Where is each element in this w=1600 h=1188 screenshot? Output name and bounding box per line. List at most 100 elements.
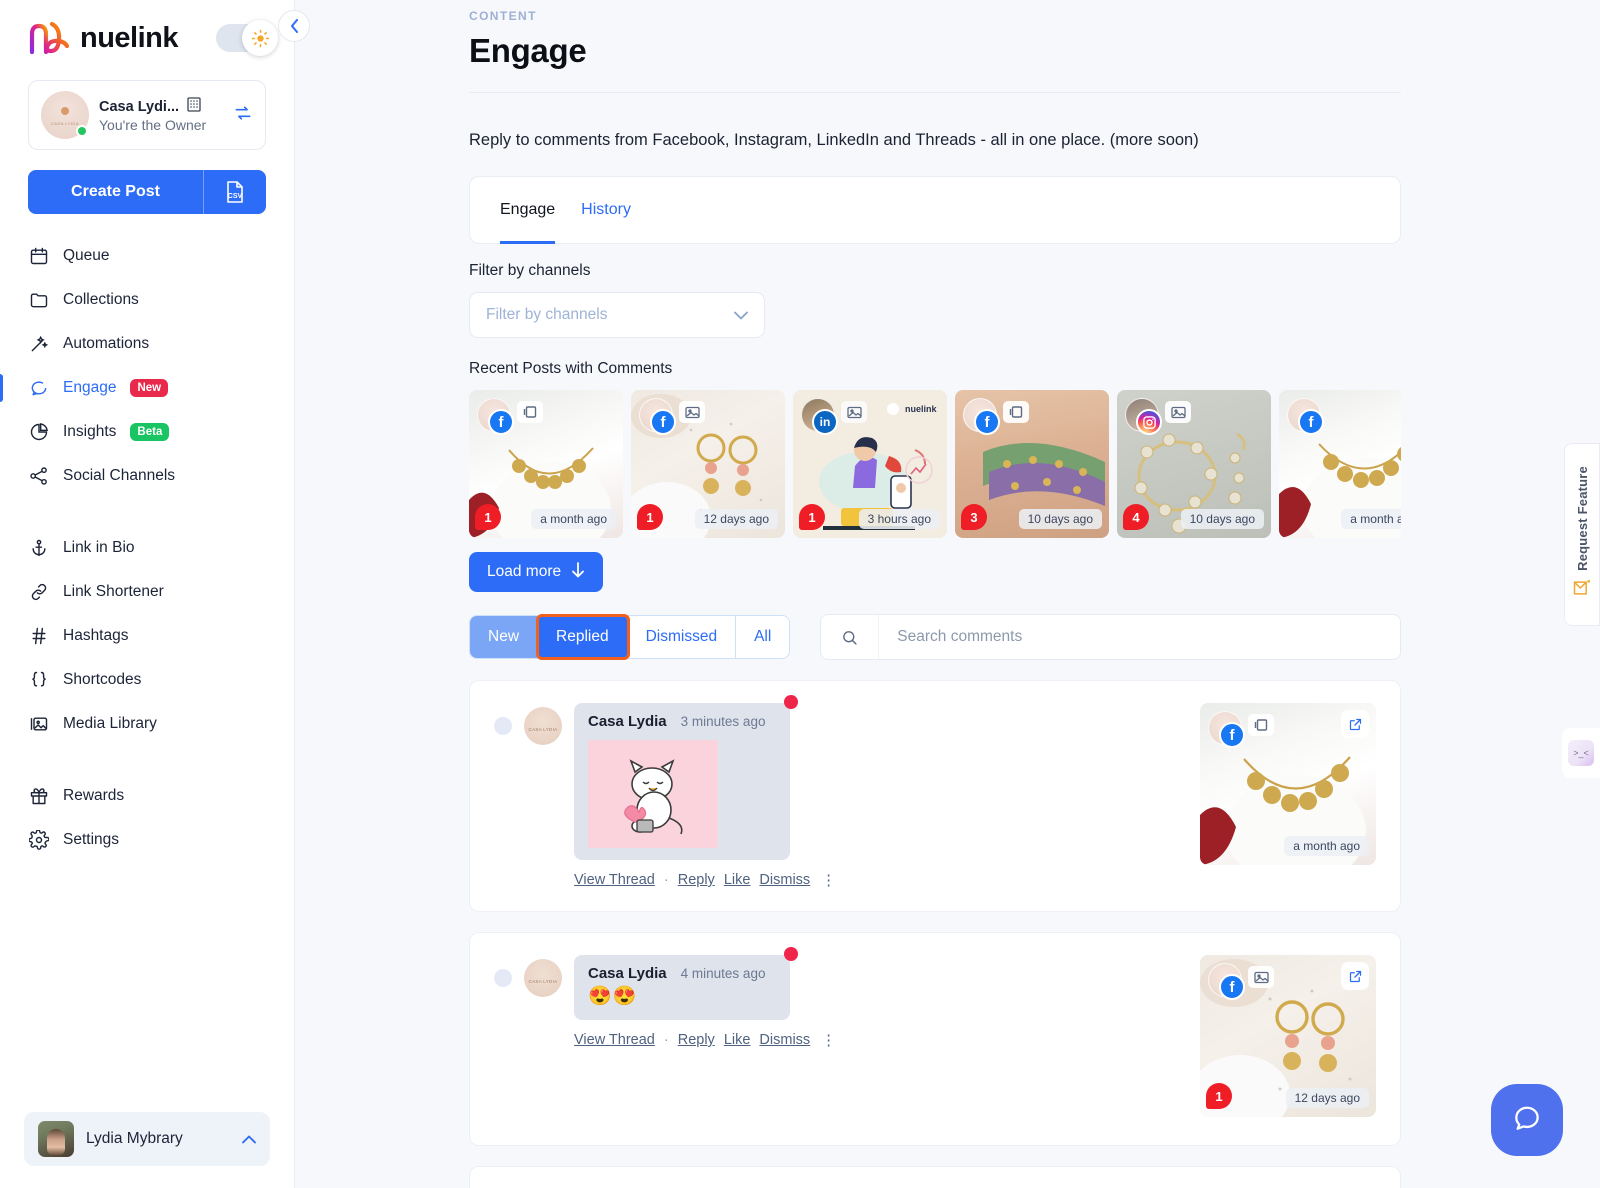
sidebar-item-insights[interactable]: Insights Beta [0, 410, 294, 454]
sidebar-item-social-channels[interactable]: Social Channels [0, 454, 294, 498]
dismiss-link[interactable]: Dismiss [759, 1032, 810, 1048]
user-name: Lydia Mybrary [86, 1130, 183, 1147]
sidebar-item-label: Media Library [63, 715, 157, 732]
action-separator: · [663, 1032, 669, 1048]
user-profile-card[interactable]: Lydia Mybrary [24, 1112, 270, 1166]
csv-file-icon[interactable]: CSV [204, 180, 266, 204]
recent-post-thumb[interactable]: f a month ago [1279, 390, 1401, 538]
like-link[interactable]: Like [724, 1032, 751, 1048]
like-link[interactable]: Like [724, 872, 751, 888]
tabs-card: Engage History [469, 176, 1401, 244]
arrow-down-icon [571, 561, 585, 583]
theme-toggle[interactable] [216, 20, 278, 56]
sidebar-item-queue[interactable]: Queue [0, 234, 294, 278]
comment-card: CASA LYDIA Casa Lydia 4 minutes ago 😍😍 V… [469, 932, 1401, 1146]
gift-icon [28, 786, 49, 807]
filter-dismissed-button[interactable]: Dismissed [627, 616, 737, 658]
comment-card [469, 1166, 1401, 1188]
avatar [38, 1121, 74, 1157]
page-description: Reply to comments from Facebook, Instagr… [469, 131, 1199, 149]
recent-post-thumb[interactable]: f 1 12 days ago [631, 390, 785, 538]
view-thread-link[interactable]: View Thread [574, 872, 655, 888]
avatar: CASA LYDIA [524, 707, 562, 745]
share-nodes-icon [28, 466, 49, 487]
channel-filter-select[interactable]: Filter by channels [469, 292, 765, 338]
load-more-button[interactable]: Load more [469, 552, 604, 592]
account-switcher[interactable]: CASA LYDIA Casa Lydi... You're the Owner [28, 80, 266, 150]
anchor-icon [28, 538, 49, 559]
comment-actions: View Thread · Reply Like Dismiss ⋮ [574, 1031, 836, 1049]
more-vertical-icon[interactable]: ⋮ [821, 871, 836, 889]
dismiss-link[interactable]: Dismiss [759, 872, 810, 888]
facebook-icon: f [650, 409, 676, 435]
image-icon [1165, 401, 1191, 423]
media-library-icon [28, 714, 49, 735]
filter-label: Filter by channels [469, 262, 591, 279]
post-time: 12 days ago [1285, 1088, 1369, 1108]
facebook-icon: f [1298, 409, 1324, 435]
sidebar-item-engage[interactable]: Engage New [0, 366, 294, 410]
recent-post-thumb[interactable]: 4 10 days ago [1117, 390, 1271, 538]
filter-all-button[interactable]: All [736, 616, 790, 658]
instagram-icon [1136, 409, 1162, 435]
comments-filter-row: New Replied Dismissed All [469, 614, 1401, 660]
tab-history[interactable]: History [581, 176, 631, 244]
sidebar-item-hashtags[interactable]: Hashtags [0, 614, 294, 658]
channel-filter-value: Filter by channels [486, 306, 608, 323]
sidebar-item-label: Shortcodes [63, 671, 142, 688]
facebook-icon: f [488, 409, 514, 435]
comment-count-badge: 1 [637, 504, 663, 530]
carousel-icon [1003, 401, 1029, 423]
sidebar-item-automations[interactable]: Automations [0, 322, 294, 366]
sidebar-item-label: Collections [63, 291, 139, 308]
open-external-icon[interactable] [1341, 710, 1369, 738]
sidebar-item-link-shortener[interactable]: Link Shortener [0, 570, 294, 614]
unread-dot [784, 695, 798, 709]
comment-actions: View Thread · Reply Like Dismiss ⋮ [574, 871, 836, 889]
tab-engage[interactable]: Engage [500, 176, 556, 244]
comment-post-thumbnail[interactable]: f a month ago [1200, 703, 1376, 865]
kawaii-widget[interactable]: >_< [1562, 728, 1600, 778]
recent-post-thumb[interactable]: f 1 a month ago [469, 390, 623, 538]
request-feature-tab[interactable]: Request Feature [1564, 443, 1600, 626]
more-vertical-icon[interactable]: ⋮ [821, 1031, 836, 1049]
filter-replied-button[interactable]: Replied [536, 614, 630, 660]
comment-select-checkbox[interactable] [494, 969, 512, 987]
filter-new-button[interactable]: New [470, 616, 539, 658]
comment-post-thumbnail[interactable]: f 1 12 days ago [1200, 955, 1376, 1117]
sidebar-item-rewards[interactable]: Rewards [0, 774, 294, 818]
open-external-icon[interactable] [1341, 962, 1369, 990]
support-chat-button[interactable] [1491, 1084, 1563, 1156]
braces-icon [28, 670, 49, 691]
sidebar-item-collections[interactable]: Collections [0, 278, 294, 322]
sidebar-item-link-in-bio[interactable]: Link in Bio [0, 526, 294, 570]
sidebar-item-media-library[interactable]: Media Library [0, 702, 294, 746]
chevron-up-icon[interactable] [242, 1132, 256, 1147]
chat-bubble-icon [1511, 1102, 1543, 1139]
sidebar-item-label: Social Channels [63, 467, 176, 484]
sidebar-item-settings[interactable]: Settings [0, 818, 294, 862]
load-more-label: Load more [487, 563, 562, 580]
sidebar-item-label: Engage [63, 379, 117, 396]
create-post-button[interactable]: Create Post CSV [28, 170, 266, 214]
page-title: Engage [469, 32, 587, 69]
recent-post-thumb[interactable]: nuelink in 1 3 hours ago [793, 390, 947, 538]
switch-accounts-icon[interactable] [233, 103, 253, 128]
view-thread-link[interactable]: View Thread [574, 1032, 655, 1048]
app-root: nuelink CASA LYDIA Casa Lydi... You're t… [0, 0, 1600, 1188]
sidebar-item-shortcodes[interactable]: Shortcodes [0, 658, 294, 702]
search-comments-field[interactable] [820, 614, 1401, 660]
sidebar-item-label: Queue [63, 247, 110, 264]
carousel-icon [517, 401, 543, 423]
comment-select-checkbox[interactable] [494, 717, 512, 735]
sidebar-collapse-button[interactable] [278, 10, 310, 42]
comment-count-badge: 1 [799, 504, 825, 530]
main-content: CONTENT Engage Reply to comments from Fa… [295, 0, 1600, 1188]
grid-icon [187, 97, 201, 117]
search-input[interactable] [879, 628, 1400, 646]
carousel-icon [1248, 714, 1274, 736]
reply-link[interactable]: Reply [678, 872, 715, 888]
recent-post-thumb[interactable]: f 3 10 days ago [955, 390, 1109, 538]
reply-link[interactable]: Reply [678, 1032, 715, 1048]
brand-name: nuelink [80, 21, 179, 54]
